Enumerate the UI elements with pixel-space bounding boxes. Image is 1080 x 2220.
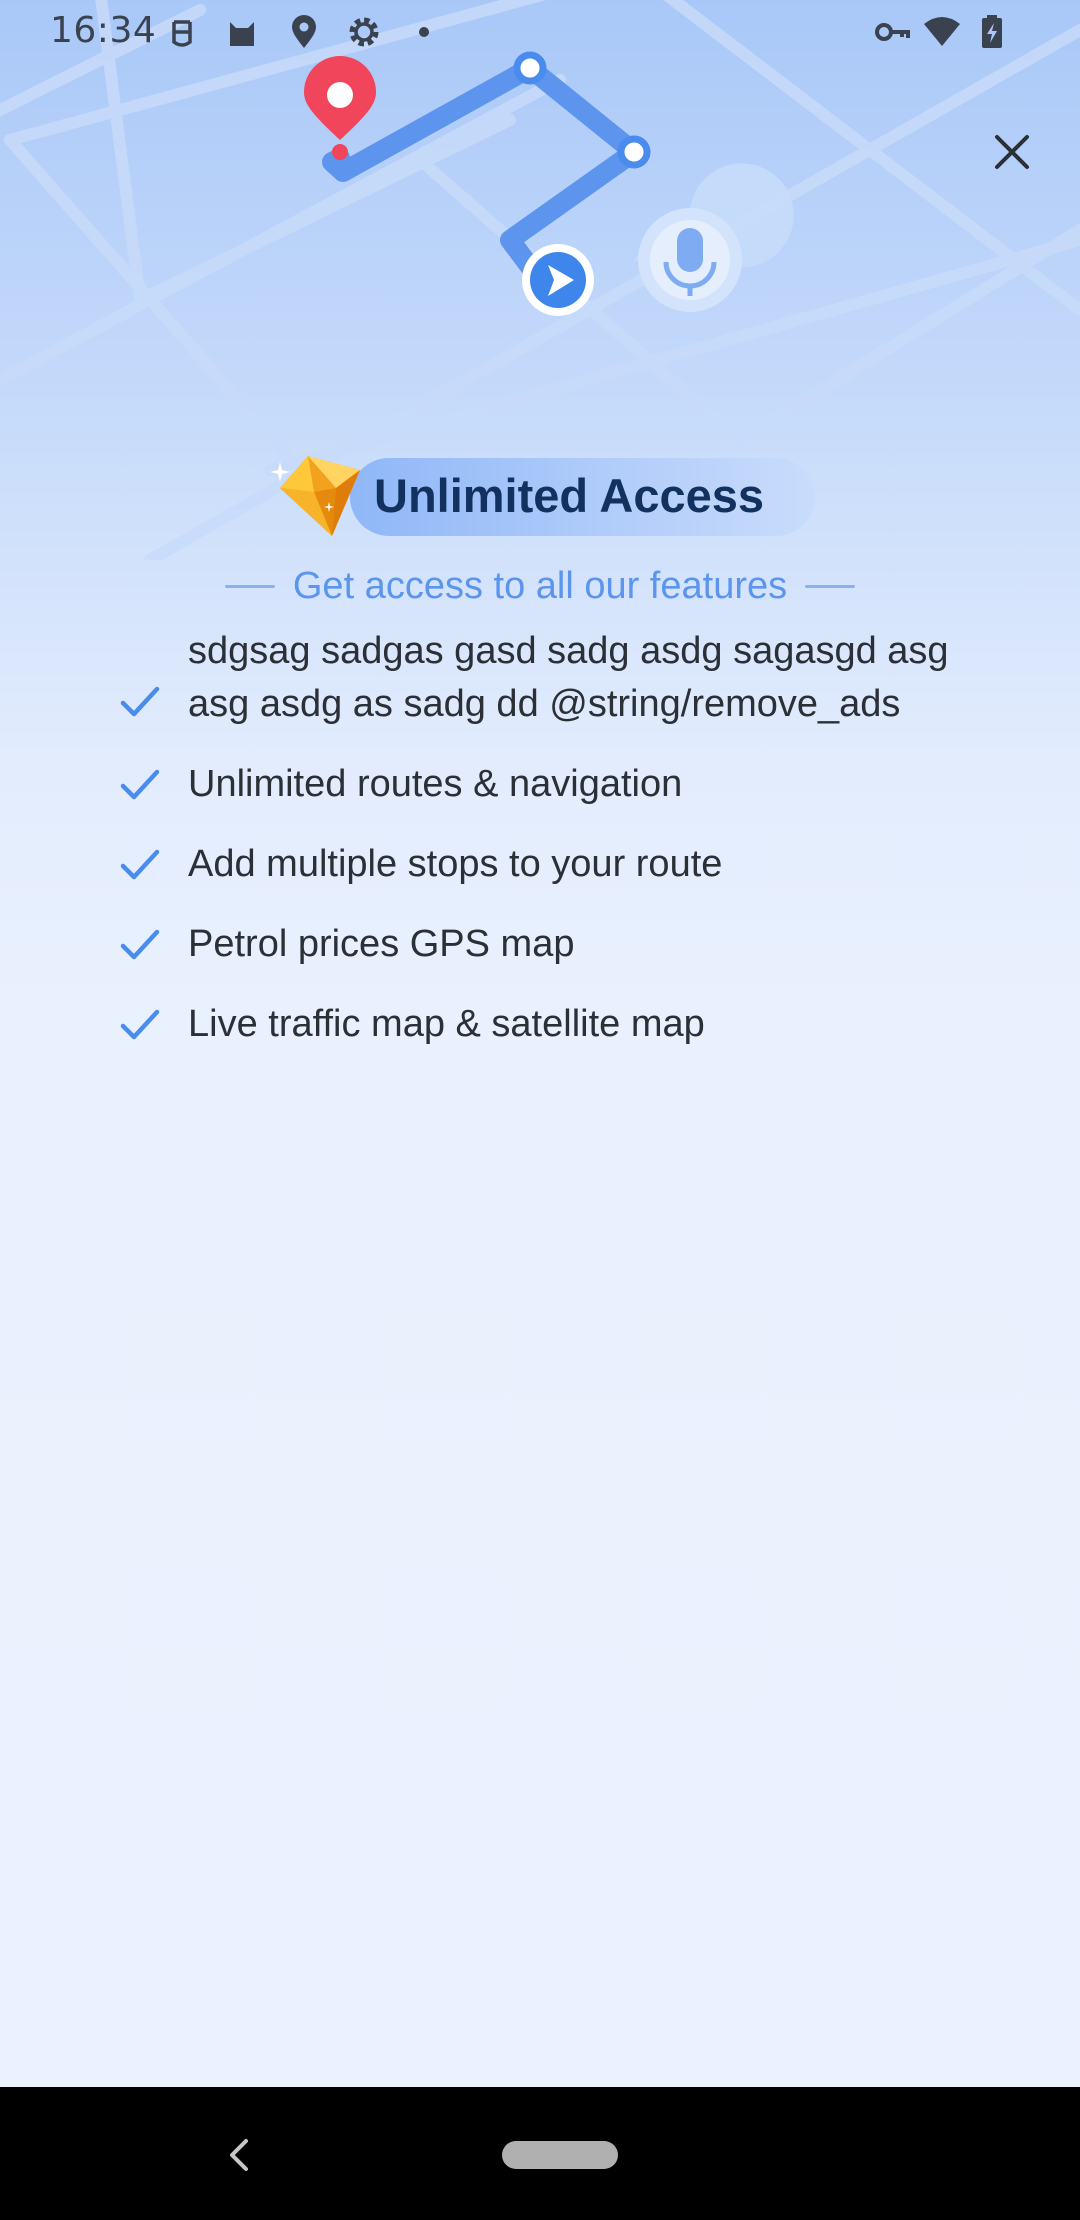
status-time: 16:34 <box>50 10 157 51</box>
check-icon <box>120 686 160 717</box>
system-nav-bar <box>0 2087 1080 2220</box>
back-button[interactable] <box>222 2135 256 2175</box>
promo-title: Unlimited Access <box>374 469 765 522</box>
feature-item: Add multiple stops to your route <box>0 838 1080 891</box>
promo-title-banner: Unlimited Access <box>270 448 815 544</box>
diamond-icon <box>270 456 360 536</box>
vpn-key-icon <box>875 23 910 41</box>
feature-text: Live traffic map & satellite map <box>188 1003 705 1045</box>
location-icon <box>292 15 316 48</box>
feature-text: sdgsag sadgas gasd sadg asdg sagasgd asg… <box>188 630 949 725</box>
subtitle-divider-left <box>224 584 275 588</box>
feature-text: Unlimited routes & navigation <box>188 763 683 805</box>
status-bar: 16:34 <box>0 0 1080 64</box>
dot-icon <box>419 27 429 37</box>
settings-icon <box>349 17 379 47</box>
home-button[interactable] <box>502 2141 618 2169</box>
subtitle-divider-right <box>805 584 856 588</box>
battery-charging-icon <box>982 15 1002 48</box>
feature-text: Petrol prices GPS map <box>188 923 575 965</box>
android-debug-icon <box>172 20 192 47</box>
promo-subtitle-row: Get access to all our features <box>0 556 1080 616</box>
feature-item: Unlimited routes & navigation <box>0 758 1080 811</box>
wifi-icon <box>924 17 960 46</box>
feature-list: sdgsag sadgas gasd sadg asdg sagasgd asg… <box>0 625 1080 1078</box>
feature-item: Petrol prices GPS map <box>0 918 1080 971</box>
paywall-screen: 16:34 Unlimited Access Get access to all… <box>0 0 1080 2087</box>
check-icon <box>120 929 160 960</box>
feature-item: Live traffic map & satellite map <box>0 998 1080 1051</box>
check-icon <box>120 849 160 880</box>
close-icon <box>995 135 1029 169</box>
feature-item: sdgsag sadgas gasd sadg asdg sagasgd asg… <box>0 625 1080 731</box>
cat-icon <box>230 22 254 46</box>
feature-text: Add multiple stops to your route <box>188 843 723 885</box>
promo-subtitle: Get access to all our features <box>292 564 788 607</box>
check-icon <box>120 769 160 800</box>
check-icon <box>120 1009 160 1040</box>
close-button[interactable] <box>982 122 1042 182</box>
